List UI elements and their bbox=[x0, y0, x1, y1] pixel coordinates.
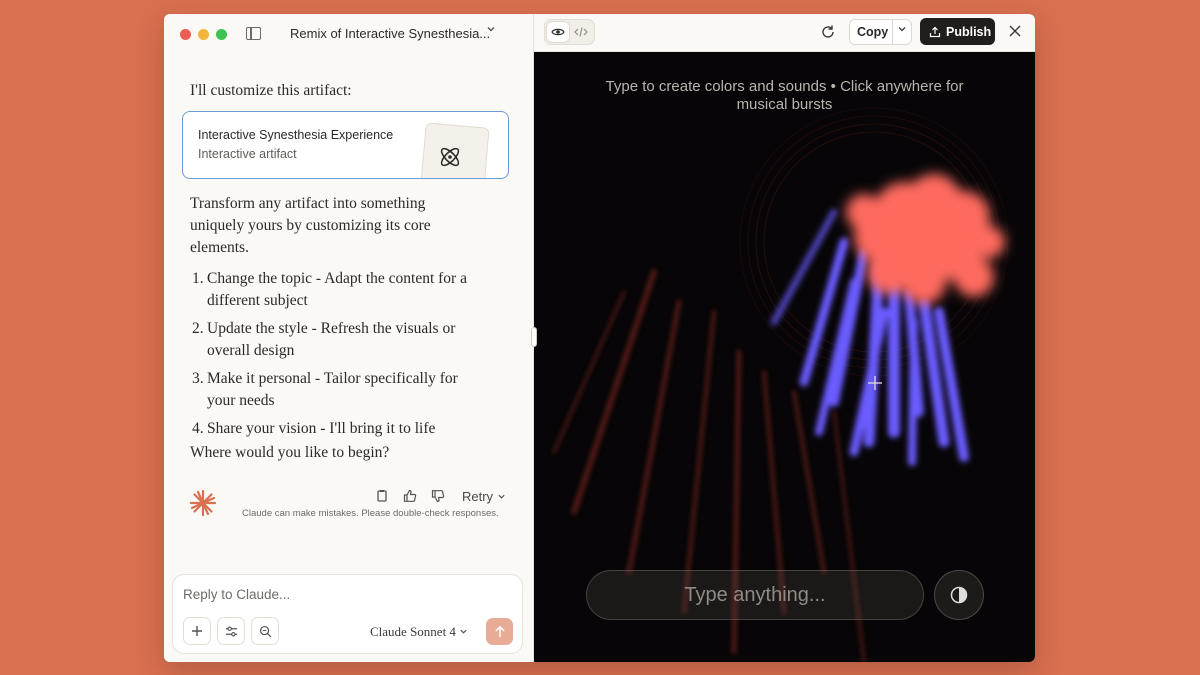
list-number: 1. bbox=[192, 270, 204, 287]
publish-label: Publish bbox=[946, 24, 992, 39]
upload-icon bbox=[929, 26, 941, 37]
close-icon[interactable] bbox=[1007, 23, 1023, 39]
code-tab[interactable] bbox=[570, 22, 592, 42]
code-icon bbox=[574, 27, 588, 37]
model-name: Claude Sonnet 4 bbox=[370, 624, 456, 639]
steps-list: 1. Change the topic - Adapt the content f… bbox=[190, 268, 490, 446]
add-attachment-button[interactable] bbox=[183, 617, 211, 645]
maximize-window-button[interactable] bbox=[216, 29, 227, 40]
send-button[interactable] bbox=[486, 618, 513, 645]
list-text: Update the style - Refresh the visuals o… bbox=[207, 320, 456, 359]
sidebar-toggle-icon[interactable] bbox=[246, 27, 261, 40]
thumbs-up-icon[interactable] bbox=[402, 488, 418, 504]
eye-icon bbox=[551, 28, 565, 36]
composer: Claude Sonnet 4 bbox=[172, 574, 523, 654]
list-item: 1. Change the topic - Adapt the content f… bbox=[190, 268, 490, 312]
type-input-container bbox=[586, 570, 924, 620]
disclaimer-text: Claude can make mistakes. Please double-… bbox=[242, 508, 499, 519]
preview-tab[interactable] bbox=[547, 22, 569, 42]
publish-button[interactable]: Publish bbox=[920, 18, 995, 45]
instruction-hint: Type to create colors and sounds • Click… bbox=[605, 78, 964, 113]
retry-label: Retry bbox=[462, 488, 494, 504]
synesthesia-canvas[interactable]: Type to create colors and sounds • Click… bbox=[534, 52, 1035, 662]
conversation-title[interactable]: Remix of Interactive Synesthesia... bbox=[290, 26, 490, 41]
list-number: 2. bbox=[192, 320, 204, 337]
thumbs-down-icon[interactable] bbox=[430, 488, 446, 504]
claude-logo-icon bbox=[189, 489, 217, 517]
close-window-button[interactable] bbox=[180, 29, 191, 40]
artifact-card[interactable]: Interactive Synesthesia Experience Inter… bbox=[182, 111, 509, 179]
search-icon bbox=[259, 625, 271, 637]
chat-pane: Remix of Interactive Synesthesia... I'll… bbox=[164, 14, 534, 662]
retry-button[interactable]: Retry bbox=[462, 489, 506, 504]
contrast-icon bbox=[950, 586, 968, 604]
message-closing: Where would you like to begin? bbox=[190, 444, 390, 461]
arrow-up-icon bbox=[494, 625, 505, 638]
sliders-icon bbox=[225, 625, 237, 637]
chevron-down-icon bbox=[498, 494, 505, 499]
atom-icon bbox=[440, 147, 460, 167]
list-text: Make it personal - Tailor specifically f… bbox=[207, 370, 458, 409]
copy-icon[interactable] bbox=[374, 488, 390, 504]
copy-button[interactable]: Copy bbox=[849, 19, 912, 45]
message-paragraph: Transform any artifact into something un… bbox=[190, 195, 431, 256]
copy-divider bbox=[892, 20, 893, 44]
list-item: 3. Make it personal - Tailor specifically… bbox=[190, 368, 490, 412]
pane-resize-handle[interactable] bbox=[531, 327, 537, 347]
chevron-down-icon bbox=[898, 27, 906, 32]
message-intro: I'll customize this artifact: bbox=[190, 82, 352, 99]
chevron-down-icon bbox=[460, 629, 467, 634]
message-actions: Retry bbox=[374, 486, 506, 506]
type-anything-input[interactable] bbox=[587, 571, 923, 619]
refresh-icon[interactable] bbox=[820, 24, 836, 40]
list-number: 4. bbox=[192, 420, 204, 437]
app-window: Remix of Interactive Synesthesia... I'll… bbox=[164, 14, 1035, 662]
list-text: Change the topic - Adapt the content for… bbox=[207, 270, 467, 309]
list-item: 2. Update the style - Refresh the visuals… bbox=[190, 318, 490, 362]
tools-button[interactable] bbox=[217, 617, 245, 645]
copy-label: Copy bbox=[857, 25, 889, 39]
list-number: 3. bbox=[192, 370, 204, 387]
title-bar: Remix of Interactive Synesthesia... bbox=[164, 14, 534, 54]
research-button[interactable] bbox=[251, 617, 279, 645]
view-toggle bbox=[544, 19, 595, 45]
copy-options-chevron[interactable] bbox=[897, 24, 907, 37]
theme-toggle-button[interactable] bbox=[934, 570, 984, 620]
plus-icon bbox=[192, 626, 202, 636]
list-item: 4. Share your vision - I'll bring it to l… bbox=[190, 418, 490, 440]
chevron-down-icon[interactable] bbox=[486, 24, 496, 37]
artifact-subtitle: Interactive artifact bbox=[198, 147, 297, 161]
reply-input[interactable] bbox=[183, 587, 503, 602]
artifact-toolbar: Copy Publish bbox=[534, 14, 1035, 52]
list-text: Share your vision - I'll bring it to lif… bbox=[207, 420, 436, 437]
artifact-title: Interactive Synesthesia Experience bbox=[198, 128, 394, 142]
model-selector[interactable]: Claude Sonnet 4 bbox=[370, 624, 468, 640]
minimize-window-button[interactable] bbox=[198, 29, 209, 40]
artifact-pane: Copy Publish Type to create colors and s… bbox=[534, 14, 1035, 662]
